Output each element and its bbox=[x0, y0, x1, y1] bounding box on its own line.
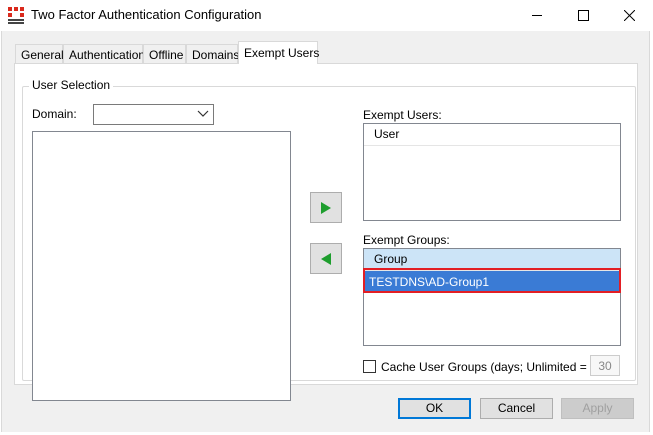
minimize-icon bbox=[531, 15, 542, 16]
tab-label: Domains bbox=[192, 48, 240, 62]
fortinet-logo-icon bbox=[8, 7, 24, 24]
close-icon bbox=[623, 10, 635, 21]
minimize-button[interactable] bbox=[514, 0, 560, 31]
cache-user-groups-checkbox[interactable] bbox=[363, 360, 376, 373]
ok-button[interactable]: OK bbox=[398, 398, 471, 419]
maximize-button[interactable] bbox=[560, 0, 606, 31]
title-bar: Two Factor Authentication Configuration bbox=[0, 0, 653, 31]
green-left-arrow-icon bbox=[321, 252, 331, 265]
tab-domains[interactable]: Domains bbox=[186, 44, 240, 63]
apply-button[interactable]: Apply bbox=[561, 398, 634, 419]
tab-label: Exempt Users bbox=[244, 46, 320, 60]
exempt-groups-list[interactable]: Group TESTDNS\AD-Group1 bbox=[363, 248, 621, 346]
add-exempt-button[interactable] bbox=[310, 192, 342, 223]
cache-user-groups-label: Cache User Groups (days; Unlimited = 0): bbox=[381, 360, 605, 374]
user-selection-label: User Selection bbox=[29, 78, 114, 92]
tab-label: Authentication bbox=[69, 48, 146, 62]
exempt-groups-label: Exempt Groups: bbox=[363, 233, 450, 247]
tab-label: General bbox=[21, 48, 64, 62]
remove-exempt-button[interactable] bbox=[310, 243, 342, 274]
green-right-arrow-icon bbox=[321, 201, 331, 214]
cache-days-input[interactable]: 30 bbox=[590, 355, 620, 376]
maximize-icon bbox=[577, 10, 589, 21]
domain-label: Domain: bbox=[32, 107, 77, 121]
tab-authentication[interactable]: Authentication bbox=[63, 44, 146, 63]
cancel-button[interactable]: Cancel bbox=[480, 398, 553, 419]
close-button[interactable] bbox=[606, 0, 652, 31]
exempt-users-label: Exempt Users: bbox=[363, 108, 442, 122]
tab-label: Offline bbox=[149, 48, 184, 62]
window-title: Two Factor Authentication Configuration bbox=[31, 7, 262, 22]
selection-highlight bbox=[363, 268, 621, 293]
user-column-header[interactable]: User bbox=[364, 124, 620, 146]
chevron-down-icon bbox=[197, 110, 209, 117]
tab-exempt-users[interactable]: Exempt Users bbox=[238, 41, 320, 64]
tab-offline[interactable]: Offline bbox=[143, 44, 186, 63]
available-users-list[interactable] bbox=[32, 131, 291, 401]
exempt-users-list[interactable]: User bbox=[363, 123, 621, 221]
tab-general[interactable]: General bbox=[15, 44, 64, 63]
